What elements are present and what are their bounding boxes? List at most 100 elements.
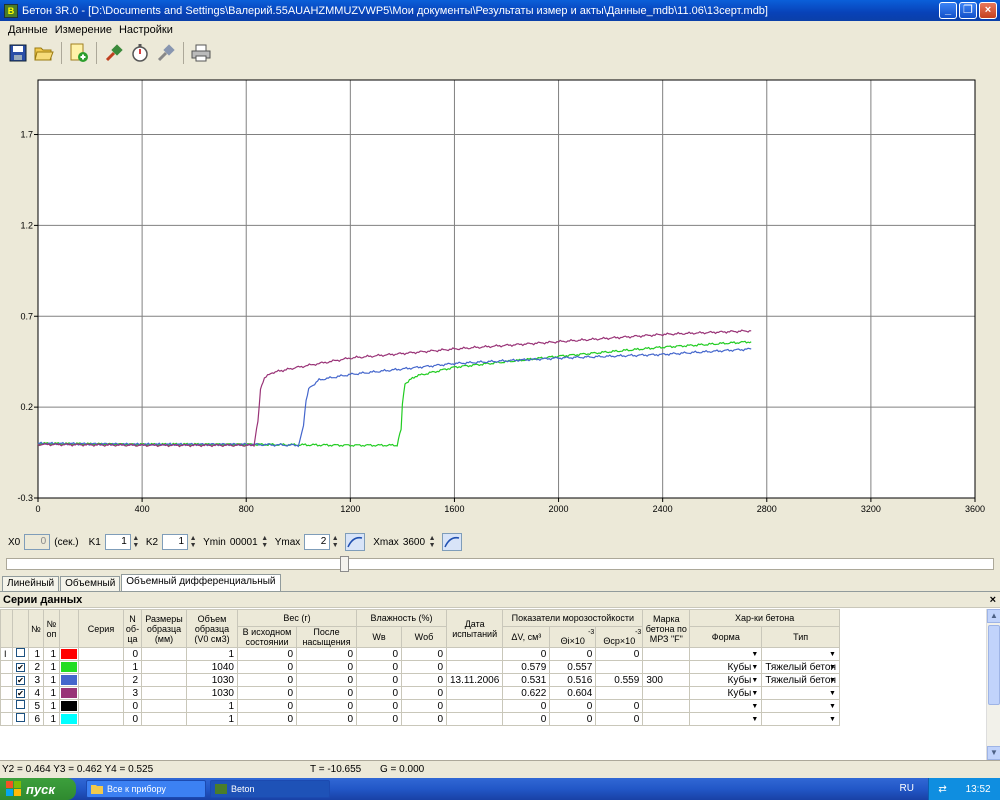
cell-num[interactable]: 5 <box>28 699 44 713</box>
taskbar-item-beton[interactable]: Beton <box>210 780 330 798</box>
cell-brand[interactable] <box>642 712 691 726</box>
line-chart[interactable]: 0 400 800 1200 1600 2000 2400 2800 3200 3600 -0.3 0… <box>0 68 1000 528</box>
y-autoscale-icon[interactable] <box>345 533 366 551</box>
cell-series[interactable] <box>78 699 124 713</box>
col-series[interactable]: Серия <box>78 609 124 648</box>
language-indicator[interactable]: RU <box>900 783 914 794</box>
cell-theta-i[interactable]: 0 <box>549 647 597 661</box>
table-row[interactable]: 5 1 0 1 0 0 0 0 0 0 0 ▼ ▼ <box>0 699 840 713</box>
cell-n-sample[interactable]: 0 <box>123 699 142 713</box>
stopwatch-icon[interactable] <box>128 41 152 65</box>
cell-num[interactable]: 2 <box>28 660 44 674</box>
cell-theta-i[interactable]: 0 <box>549 699 597 713</box>
cell-theta-cp[interactable] <box>595 660 644 674</box>
cell-wob[interactable]: 0 <box>401 673 447 687</box>
cell-type[interactable]: ▼ <box>761 712 840 726</box>
checkbox-cell[interactable]: ✔ <box>12 660 29 674</box>
cell-date[interactable]: 13.11.2006 <box>445 673 504 687</box>
cell-num-op[interactable]: 1 <box>43 686 60 700</box>
print-icon[interactable] <box>189 41 213 65</box>
cell-color[interactable] <box>59 673 79 687</box>
color-swatch[interactable] <box>61 675 77 685</box>
cell-series[interactable] <box>78 660 124 674</box>
time-slider[interactable] <box>6 556 994 572</box>
ymin-input[interactable]: 00001 <box>230 537 258 548</box>
cell-brand[interactable] <box>642 660 691 674</box>
dropdown-arrow-icon[interactable]: ▼ <box>751 714 758 725</box>
cell-weight-saturated[interactable]: 0 <box>296 647 357 661</box>
color-swatch[interactable] <box>61 662 77 672</box>
minimize-button[interactable]: _ <box>939 2 957 19</box>
cell-type[interactable]: ▼ Тяжелый бетон <box>761 673 840 687</box>
cell-weight-initial[interactable]: 0 <box>237 673 297 687</box>
cell-size[interactable] <box>141 699 187 713</box>
cell-date[interactable] <box>445 686 504 700</box>
cell-form[interactable]: ▼ Кубы <box>689 660 763 674</box>
cell-volume[interactable]: 1 <box>186 647 238 661</box>
dropdown-arrow-icon[interactable]: ▼ <box>751 701 758 712</box>
cell-brand[interactable] <box>642 647 691 661</box>
cell-num[interactable]: 3 <box>28 673 44 687</box>
col-form[interactable]: Форма <box>689 626 763 648</box>
dropdown-arrow-icon[interactable]: ▼ <box>829 688 836 699</box>
cell-num[interactable]: 1 <box>28 647 44 661</box>
cell-wv[interactable]: 0 <box>356 699 402 713</box>
cell-type[interactable]: ▼ <box>761 647 840 661</box>
cell-type[interactable]: ▼ <box>761 686 840 700</box>
table-row[interactable]: ✔ 3 1 2 1030 0 0 0 0 13.11.2006 0.531 0.516 0.559 300… <box>0 673 840 687</box>
cell-volume[interactable]: 1040 <box>186 660 238 674</box>
table-row[interactable]: ✔ 4 1 3 1030 0 0 0 0 0.622 0.604 ▼ Кубы ▼ <box>0 686 840 700</box>
color-swatch[interactable] <box>61 688 77 698</box>
cell-dv[interactable]: 0 <box>502 647 551 661</box>
cell-size[interactable] <box>141 673 187 687</box>
col-humidity[interactable]: Влажность (%) <box>356 609 447 627</box>
cell-num-op[interactable]: 1 <box>43 660 60 674</box>
color-swatch[interactable] <box>61 701 77 711</box>
tray-network-icon[interactable]: ⇄ <box>938 784 946 795</box>
cell-date[interactable] <box>445 660 504 674</box>
tab-linear[interactable]: Линейный <box>2 576 60 591</box>
cell-series[interactable] <box>78 647 124 661</box>
scroll-thumb[interactable] <box>988 625 1000 705</box>
cell-wob[interactable]: 0 <box>401 647 447 661</box>
cell-theta-cp[interactable] <box>595 686 644 700</box>
cell-wv[interactable]: 0 <box>356 686 402 700</box>
col-weight[interactable]: Вес (г) <box>237 609 357 627</box>
restore-button[interactable]: ❐ <box>959 2 977 19</box>
cell-form[interactable]: ▼ <box>689 699 763 713</box>
col-brand[interactable]: Марка бетона по МРЗ "F" <box>642 609 691 648</box>
cell-weight-saturated[interactable]: 0 <box>296 673 357 687</box>
cell-volume[interactable]: 1 <box>186 712 238 726</box>
cell-color[interactable] <box>59 660 79 674</box>
cell-theta-cp[interactable]: 0 <box>595 647 644 661</box>
cell-series[interactable] <box>78 673 124 687</box>
color-swatch[interactable] <box>61 714 77 724</box>
cell-wob[interactable]: 0 <box>401 660 447 674</box>
k2-input[interactable]: 1 <box>162 534 189 550</box>
cell-theta-i[interactable]: 0.557 <box>549 660 597 674</box>
color-swatch[interactable] <box>61 649 77 659</box>
cell-form[interactable]: ▼ Кубы <box>689 686 763 700</box>
cell-dv[interactable]: 0 <box>502 712 551 726</box>
cell-wv[interactable]: 0 <box>356 712 402 726</box>
cell-date[interactable] <box>445 712 504 726</box>
cell-type[interactable]: ▼ Тяжелый бетон <box>761 660 840 674</box>
cell-n-sample[interactable]: 1 <box>123 660 142 674</box>
k1-input[interactable]: 1 <box>104 534 131 550</box>
scroll-up-icon[interactable]: ▲ <box>987 609 1000 623</box>
cell-theta-cp[interactable]: 0 <box>595 699 644 713</box>
ymin-spinner-icon[interactable]: ▲ ▼ <box>261 535 269 549</box>
cell-weight-initial[interactable]: 0 <box>237 660 297 674</box>
add-document-icon[interactable] <box>67 41 91 65</box>
dropdown-arrow-icon[interactable]: ▼ <box>829 714 836 725</box>
cell-n-sample[interactable]: 3 <box>123 686 142 700</box>
cell-dv[interactable]: 0.579 <box>502 660 551 674</box>
col-date[interactable]: Дата испытаний <box>445 609 504 648</box>
col-dv[interactable]: ΔV, см³ <box>502 626 551 648</box>
cell-weight-initial[interactable]: 0 <box>237 699 297 713</box>
col-props[interactable]: Хар-ки бетона <box>689 609 840 627</box>
cell-size[interactable] <box>141 712 187 726</box>
cell-volume[interactable]: 1030 <box>186 673 238 687</box>
dropdown-arrow-icon[interactable]: ▼ <box>751 662 758 673</box>
menu-data[interactable]: Данные <box>8 24 48 36</box>
